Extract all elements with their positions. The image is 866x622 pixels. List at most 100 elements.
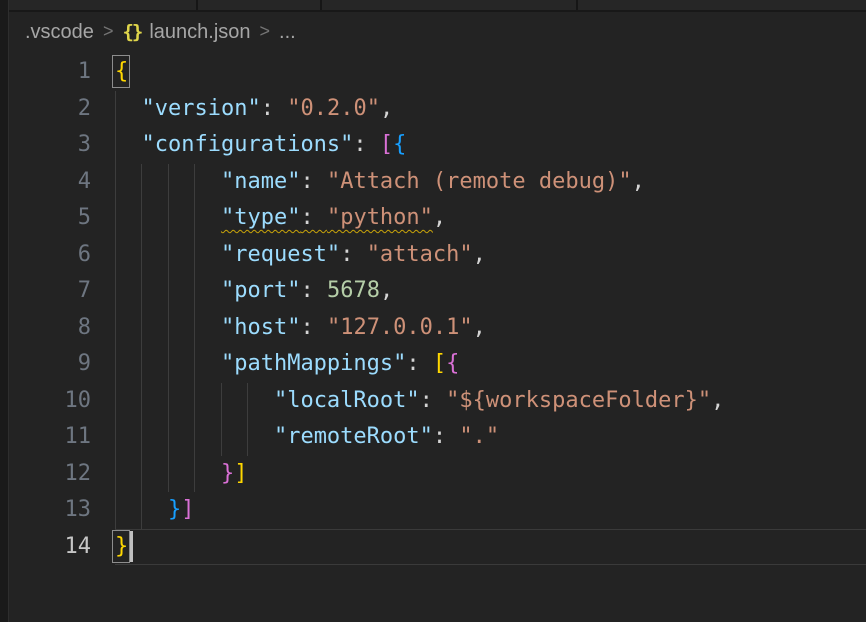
indent-guide	[221, 383, 222, 420]
indent-guide	[194, 383, 195, 420]
code-line[interactable]: 3 "configurations": [{	[9, 127, 866, 164]
code-line-content[interactable]: "configurations": [{	[115, 127, 866, 164]
line-number[interactable]: 9	[9, 346, 91, 383]
indent-guide	[168, 383, 169, 420]
code-line[interactable]: 8 "host": "127.0.0.1",	[9, 310, 866, 347]
indent-guide	[115, 419, 116, 456]
code-line-content[interactable]: "localRoot": "${workspaceFolder}",	[115, 383, 866, 420]
code-token: ,	[711, 388, 724, 413]
code-line[interactable]: 11 "remoteRoot": "."	[9, 419, 866, 456]
code-line-content[interactable]: "request": "attach",	[115, 237, 866, 274]
line-number[interactable]: 7	[9, 273, 91, 310]
code-token: "request"	[221, 242, 340, 267]
indent-guide	[168, 346, 169, 383]
code-line-content[interactable]: "name": "Attach (remote debug)",	[115, 164, 866, 201]
code-token: "127.0.0.1"	[327, 315, 473, 340]
code-line-content[interactable]: "pathMappings": [{	[115, 346, 866, 383]
tab-divider	[320, 0, 322, 10]
code-line[interactable]: 2 "version": "0.2.0",	[9, 91, 866, 128]
indent-guide	[115, 383, 116, 420]
indent-guide	[194, 310, 195, 347]
indent-guide	[168, 237, 169, 274]
text-cursor	[130, 531, 133, 562]
indent-guide	[141, 346, 142, 383]
code-line[interactable]: 13 }]	[9, 492, 866, 529]
indent-guide	[141, 237, 142, 274]
code-line[interactable]: 10 "localRoot": "${workspaceFolder}",	[9, 383, 866, 420]
code-line-content[interactable]: "type": "python",	[115, 200, 866, 237]
indent-guide	[115, 492, 116, 529]
breadcrumb-item-folder[interactable]: .vscode	[25, 21, 94, 44]
code-line[interactable]: 12 }]	[9, 456, 866, 493]
code-token: [	[433, 351, 446, 376]
code-token: ,	[380, 278, 393, 303]
indent-guide	[141, 200, 142, 237]
code-token: :	[420, 388, 447, 413]
code-token: "type"	[221, 205, 300, 230]
line-number[interactable]: 11	[9, 419, 91, 456]
code-token: :	[340, 242, 367, 267]
code-line-content[interactable]: }	[115, 529, 866, 566]
line-number[interactable]: 14	[9, 529, 91, 566]
indent-guide	[141, 164, 142, 201]
line-number[interactable]: 3	[9, 127, 91, 164]
code-token: {	[446, 351, 459, 376]
line-number[interactable]: 13	[9, 492, 91, 529]
code-line[interactable]: 9 "pathMappings": [{	[9, 346, 866, 383]
code-token: :	[261, 96, 288, 121]
code-line-content[interactable]: "remoteRoot": "."	[115, 419, 866, 456]
indent-guide	[194, 456, 195, 493]
breadcrumb-item-file[interactable]: launch.json	[149, 21, 250, 44]
code-editor[interactable]: 1{2 "version": "0.2.0",3 "configurations…	[9, 54, 866, 565]
indent-guide	[247, 419, 248, 456]
code-line[interactable]: 1{	[9, 54, 866, 91]
code-token: "python"	[327, 205, 433, 230]
breadcrumb: .vscode > {} launch.json > ...	[9, 14, 866, 50]
code-token: {	[115, 59, 128, 84]
code-token: :	[433, 424, 460, 449]
code-token: :	[300, 205, 327, 230]
code-line-content[interactable]: }]	[115, 456, 866, 493]
code-token: ]	[181, 497, 194, 522]
code-token: "host"	[221, 315, 300, 340]
line-number[interactable]: 8	[9, 310, 91, 347]
code-line[interactable]: 14}	[9, 529, 866, 566]
json-file-icon: {}	[122, 21, 141, 43]
line-number[interactable]: 4	[9, 164, 91, 201]
code-token: :	[300, 278, 327, 303]
code-line[interactable]: 6 "request": "attach",	[9, 237, 866, 274]
code-line[interactable]: 4 "name": "Attach (remote debug)",	[9, 164, 866, 201]
indent-guide	[141, 492, 142, 529]
line-number[interactable]: 10	[9, 383, 91, 420]
code-token: "name"	[221, 169, 300, 194]
indent-guide	[168, 164, 169, 201]
code-line-content[interactable]: "port": 5678,	[115, 273, 866, 310]
code-token: ,	[632, 169, 645, 194]
code-line[interactable]: 7 "port": 5678,	[9, 273, 866, 310]
indent-guide	[115, 346, 116, 383]
breadcrumb-item-symbol-picker[interactable]: ...	[279, 21, 296, 44]
line-number[interactable]: 6	[9, 237, 91, 274]
code-token: :	[353, 132, 380, 157]
indent-guide	[115, 273, 116, 310]
indent-guide	[194, 237, 195, 274]
code-token: "${workspaceFolder}"	[446, 388, 711, 413]
indent-guide	[115, 200, 116, 237]
indent-guide	[141, 273, 142, 310]
code-token: "remoteRoot"	[274, 424, 433, 449]
code-token: ,	[380, 96, 393, 121]
code-line-content[interactable]: {	[115, 54, 866, 91]
code-token: :	[300, 169, 327, 194]
code-line[interactable]: 5 "type": "python",	[9, 200, 866, 237]
line-number[interactable]: 2	[9, 91, 91, 128]
line-number[interactable]: 12	[9, 456, 91, 493]
line-number[interactable]: 1	[9, 54, 91, 91]
line-number[interactable]: 5	[9, 200, 91, 237]
indent-guide	[194, 164, 195, 201]
code-token: }	[221, 461, 234, 486]
code-line-content[interactable]: }]	[115, 492, 866, 529]
code-token: "0.2.0"	[287, 96, 380, 121]
code-line-content[interactable]: "version": "0.2.0",	[115, 91, 866, 128]
tab-bar-strip[interactable]	[9, 0, 866, 12]
code-line-content[interactable]: "host": "127.0.0.1",	[115, 310, 866, 347]
